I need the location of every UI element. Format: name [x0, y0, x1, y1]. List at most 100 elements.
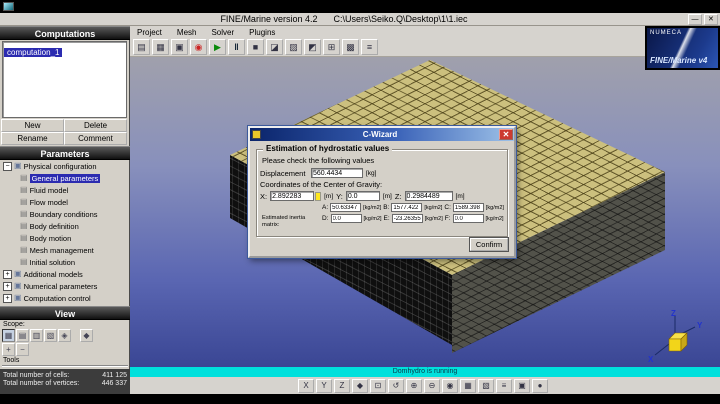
shade-toggle-icon: ▧ — [482, 380, 490, 390]
zoom-in-button[interactable]: ⊕ — [406, 378, 422, 393]
inertia-matrix-label: Estimated inertia matrix: — [262, 215, 306, 228]
rotate-view-button[interactable]: ↺ — [388, 378, 404, 393]
computation-list-item[interactable]: computation_1 — [4, 48, 63, 57]
new-document-icon: ▤ — [137, 42, 146, 52]
close-button[interactable]: ✕ — [703, 13, 718, 25]
zoom-out-button[interactable]: ⊖ — [424, 378, 440, 393]
tree-item-computation-control[interactable]: + ▣ Computation control — [0, 292, 130, 304]
mesh-view-button[interactable]: ▨ — [285, 39, 302, 55]
rename-computation-button[interactable]: Rename — [1, 132, 64, 145]
shade-toggle-button[interactable]: ▧ — [478, 378, 494, 393]
scope-diamond-button[interactable]: ◆ — [80, 329, 93, 342]
cog-z-field[interactable] — [404, 191, 453, 201]
view-x-button[interactable]: X — [298, 378, 314, 393]
page-icon: ▤ — [20, 209, 28, 218]
list-view-button[interactable]: ≡ — [496, 378, 512, 393]
tree-item-fluid-model[interactable]: ▤ Fluid model — [0, 184, 130, 196]
confirm-button[interactable]: Confirm — [470, 238, 508, 251]
tree-item-initial-solution[interactable]: ▤ Initial solution — [0, 256, 130, 268]
cog-y-field[interactable] — [345, 191, 380, 201]
new-document-button[interactable]: ▤ — [133, 39, 150, 55]
snapshot-button[interactable]: ▣ — [514, 378, 530, 393]
app-icon — [3, 2, 14, 11]
tree-item-mesh-management[interactable]: ▤ Mesh management — [0, 244, 130, 256]
pause-computation-button[interactable]: ‖ — [228, 39, 245, 55]
dialog-subtitle: Please check the following values — [262, 156, 375, 165]
menu-mesh[interactable]: Mesh — [177, 28, 197, 37]
open-project-button[interactable]: ▦ — [152, 39, 169, 55]
scope-remove-button[interactable]: − — [16, 343, 29, 356]
scope-shells-button[interactable]: ▧ — [44, 329, 57, 342]
brand-name: NUMECA — [650, 30, 683, 36]
inertia-b-field[interactable] — [391, 203, 423, 212]
inertia-d-unit: [kg/m2] — [363, 215, 382, 222]
dialog-close-button[interactable]: ✕ — [499, 129, 513, 140]
iso-view-button[interactable]: ◆ — [352, 378, 368, 393]
collapse-icon[interactable]: − — [3, 161, 12, 171]
tree-item-label: Physical configuration — [23, 161, 97, 171]
save-project-button[interactable]: ▣ — [171, 39, 188, 55]
computations-list[interactable]: computation_1 — [2, 41, 127, 118]
menu-project[interactable]: Project — [137, 28, 162, 37]
comment-computation-button[interactable]: Comment — [64, 132, 127, 145]
point-probe-button[interactable]: ● — [532, 378, 548, 393]
scope-buttons-row: ▦ ▤ ▥ ▧ ◈ ◆ — [2, 329, 130, 342]
view-y-button[interactable]: Y — [316, 378, 332, 393]
tree-item-label: Body definition — [29, 221, 79, 231]
stop-computation-button[interactable]: ■ — [247, 39, 264, 55]
delete-computation-button[interactable]: Delete — [64, 119, 127, 132]
tree-item-physical-configuration[interactable]: − ▣ Physical configuration — [0, 160, 130, 172]
scope-cells-button[interactable]: ▦ — [2, 329, 15, 342]
center-view-button[interactable]: ◉ — [442, 378, 458, 393]
new-computation-button[interactable]: New — [1, 119, 64, 132]
minus-icon: − — [20, 345, 25, 354]
tree-item-numerical-parameters[interactable]: + ▣ Numerical parameters — [0, 280, 130, 292]
window-controls: — ✕ — [687, 13, 718, 25]
start-computation-button[interactable]: ▶ — [209, 39, 226, 55]
scope-volume-button[interactable]: ◈ — [58, 329, 71, 342]
inertia-a-label: A: — [322, 204, 329, 211]
menu-solver[interactable]: Solver — [211, 28, 234, 37]
fit-view-icon: ⊡ — [374, 380, 382, 390]
inertia-f-field[interactable] — [452, 214, 484, 223]
folder-icon: ▣ — [14, 269, 22, 278]
minimize-button[interactable]: — — [687, 13, 702, 25]
scope-add-button[interactable]: + — [2, 343, 15, 356]
tree-item-additional-models[interactable]: + ▣ Additional models — [0, 268, 130, 280]
window-title-bar[interactable]: FINE/Marine version 4.2 C:\Users\Seiko.Q… — [0, 13, 720, 26]
scope-edges-button[interactable]: ▥ — [30, 329, 43, 342]
view-z-button[interactable]: Z — [334, 378, 350, 393]
inertia-e-field[interactable] — [391, 214, 423, 223]
window-file-path: C:\Users\Seiko.Q\Desktop\1\1.iec — [333, 14, 468, 24]
scope-faces-button[interactable]: ▤ — [16, 329, 29, 342]
dialog-title-bar[interactable]: C-Wizard ✕ — [250, 128, 514, 141]
tree-item-flow-model[interactable]: ▤ Flow model — [0, 196, 130, 208]
expand-icon[interactable]: + — [3, 269, 12, 279]
displacement-field[interactable] — [311, 168, 363, 178]
iso-view-icon: ◆ — [356, 380, 364, 390]
menu-plugins[interactable]: Plugins — [249, 28, 275, 37]
tree-item-label: Numerical parameters — [23, 281, 98, 291]
plot-button[interactable]: ◩ — [304, 39, 321, 55]
tree-item-body-definition[interactable]: ▤ Body definition — [0, 220, 130, 232]
view-z-icon: Z — [339, 380, 345, 390]
probe-button[interactable]: ⊞ — [323, 39, 340, 55]
displacement-row: Displacement [kg] — [260, 168, 504, 178]
tree-item-boundary-conditions[interactable]: ▤ Boundary conditions — [0, 208, 130, 220]
inertia-c-field[interactable] — [452, 203, 484, 212]
expand-icon[interactable]: + — [3, 293, 12, 303]
pause-computation-icon: ‖ — [234, 42, 239, 52]
expand-icon[interactable]: + — [3, 281, 12, 291]
grid-toggle-button[interactable]: ▦ — [460, 378, 476, 393]
tree-item-body-motion[interactable]: ▤ Body motion — [0, 232, 130, 244]
inertia-d-field[interactable] — [330, 214, 362, 223]
page-icon: ▤ — [20, 233, 28, 242]
fit-view-button[interactable]: ⊡ — [370, 378, 386, 393]
table-button[interactable]: ≡ — [361, 39, 378, 55]
grid-button[interactable]: ▩ — [342, 39, 359, 55]
tree-item-general-parameters[interactable]: ▤ General parameters — [0, 172, 130, 184]
cog-x-field[interactable] — [270, 191, 315, 201]
inertia-a-field[interactable] — [330, 203, 362, 212]
cut-plane-button[interactable]: ◪ — [266, 39, 283, 55]
live-update-button[interactable]: ◉ — [190, 39, 207, 55]
